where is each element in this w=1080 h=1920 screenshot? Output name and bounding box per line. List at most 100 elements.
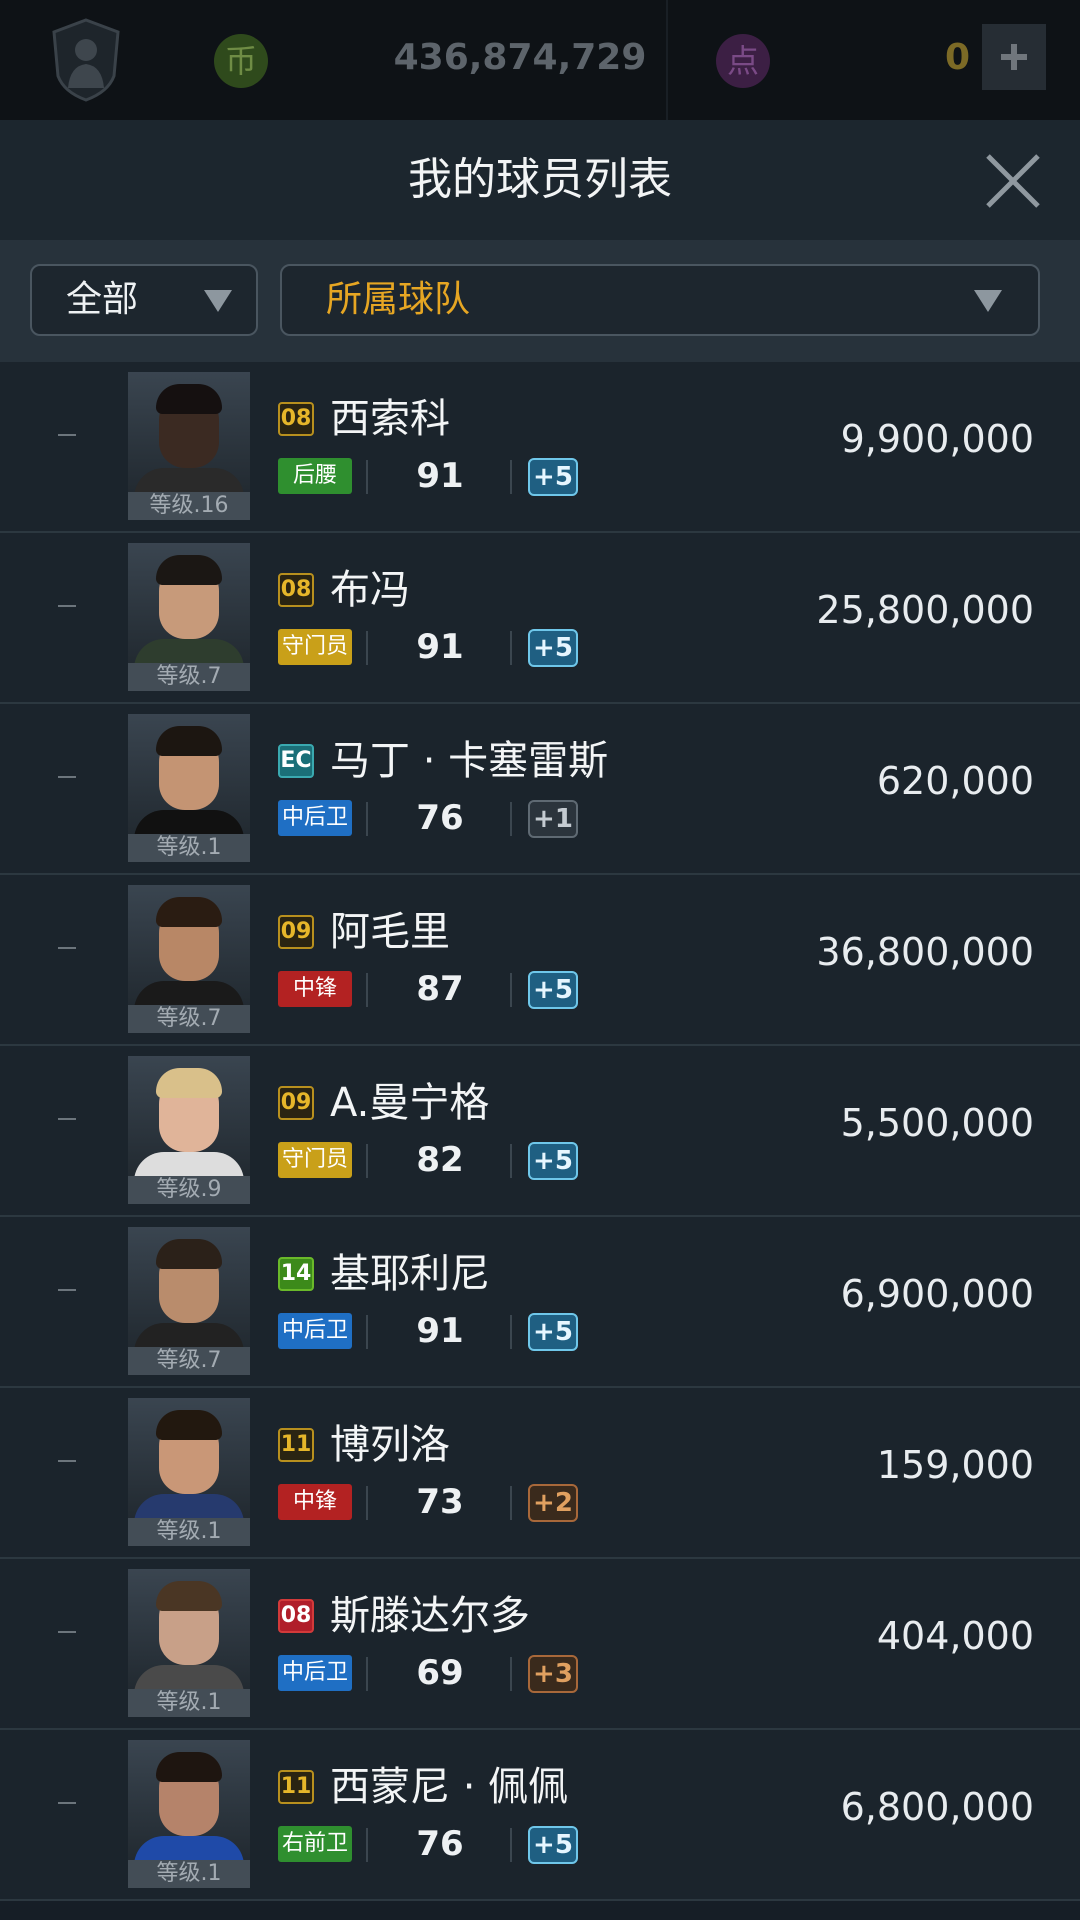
divider xyxy=(366,1315,368,1349)
add-points-button[interactable] xyxy=(982,24,1046,90)
player-row[interactable]: 等级.7 14 基耶利尼 中后卫 91 +5 6,900,000 xyxy=(0,1217,1080,1388)
team-dropdown[interactable]: 所属球队 xyxy=(280,264,1040,336)
season-badge: EC xyxy=(278,744,314,778)
selection-marker[interactable] xyxy=(58,1631,76,1633)
season-badge: 08 xyxy=(278,402,314,436)
season-badge: 11 xyxy=(278,1428,314,1462)
selection-marker[interactable] xyxy=(58,1289,76,1291)
player-price: 5,500,000 xyxy=(840,1101,1034,1145)
player-row[interactable]: 等级.1 11 西蒙尼 · 佩佩 右前卫 76 +5 6,800,000 xyxy=(0,1730,1080,1901)
divider xyxy=(510,1486,512,1520)
season-badge: 09 xyxy=(278,1086,314,1120)
close-icon[interactable] xyxy=(980,148,1046,214)
player-rating: 76 xyxy=(416,798,464,838)
player-level: 等级.9 xyxy=(128,1176,250,1204)
enhance-badge: +5 xyxy=(528,1826,578,1864)
divider xyxy=(510,1828,512,1862)
selection-marker[interactable] xyxy=(58,1802,76,1804)
player-level: 等级.1 xyxy=(128,834,250,862)
player-rating: 91 xyxy=(416,456,464,496)
player-name: 基耶利尼 xyxy=(330,1251,490,1297)
season-badge: 09 xyxy=(278,915,314,949)
player-portrait: 等级.1 xyxy=(128,1398,250,1546)
player-name: 西索科 xyxy=(330,396,450,442)
player-rating: 76 xyxy=(416,1824,464,1864)
enhance-badge: +5 xyxy=(528,971,578,1009)
enhance-badge: +5 xyxy=(528,629,578,667)
season-badge: 08 xyxy=(278,573,314,607)
enhance-badge: +1 xyxy=(528,800,578,838)
player-row[interactable]: 等级.9 09 A.曼宁格 守门员 82 +5 5,500,000 xyxy=(0,1046,1080,1217)
selection-marker[interactable] xyxy=(58,776,76,778)
enhance-badge: +3 xyxy=(528,1655,578,1693)
player-rating: 82 xyxy=(416,1140,464,1180)
player-level: 等级.7 xyxy=(128,1347,250,1375)
enhance-badge: +2 xyxy=(528,1484,578,1522)
selection-marker[interactable] xyxy=(58,947,76,949)
player-name: 博列洛 xyxy=(330,1422,450,1468)
player-portrait: 等级.1 xyxy=(128,714,250,862)
divider xyxy=(366,1486,368,1520)
page-title: 我的球员列表 xyxy=(408,154,672,205)
divider xyxy=(510,460,512,494)
top-status-bar: 币 436,874,729 点 0 xyxy=(0,0,1080,120)
player-portrait: 等级.9 xyxy=(128,1056,250,1204)
player-price: 6,800,000 xyxy=(840,1785,1034,1829)
player-name: 马丁 · 卡塞雷斯 xyxy=(330,738,609,784)
player-price: 6,900,000 xyxy=(840,1272,1034,1316)
player-row[interactable]: 等级.7 08 布冯 守门员 91 +5 25,800,000 xyxy=(0,533,1080,704)
player-rating: 87 xyxy=(416,969,464,1009)
point-icon: 点 xyxy=(716,34,770,88)
player-row[interactable]: 等级.1 08 斯滕达尔多 中后卫 69 +3 404,000 xyxy=(0,1559,1080,1730)
chevron-down-icon xyxy=(974,290,1002,312)
divider xyxy=(366,1657,368,1691)
divider xyxy=(366,973,368,1007)
category-dropdown-value: 全部 xyxy=(66,279,139,320)
player-name: 阿毛里 xyxy=(330,909,450,955)
player-level: 等级.7 xyxy=(128,1005,250,1033)
divider xyxy=(510,1315,512,1349)
player-name: 西蒙尼 · 佩佩 xyxy=(330,1764,569,1810)
divider xyxy=(510,1144,512,1178)
position-badge: 后腰 xyxy=(278,458,352,494)
selection-marker[interactable] xyxy=(58,434,76,436)
player-portrait: 等级.7 xyxy=(128,885,250,1033)
player-name: 斯滕达尔多 xyxy=(330,1593,530,1639)
player-level: 等级.1 xyxy=(128,1689,250,1717)
player-price: 25,800,000 xyxy=(816,588,1034,632)
category-dropdown[interactable]: 全部 xyxy=(30,264,258,336)
player-price: 404,000 xyxy=(876,1614,1034,1658)
enhance-badge: +5 xyxy=(528,458,578,496)
player-row[interactable]: 等级.1 11 博列洛 中锋 73 +2 159,000 xyxy=(0,1388,1080,1559)
player-level: 等级.7 xyxy=(128,663,250,691)
player-row[interactable]: 等级.1 EC 马丁 · 卡塞雷斯 中后卫 76 +1 620,000 xyxy=(0,704,1080,875)
player-level: 等级.1 xyxy=(128,1860,250,1888)
player-row[interactable]: 等级.7 09 阿毛里中锋 87 +5 36,800,000 xyxy=(0,875,1080,1046)
player-row[interactable]: 等级.16 08 西索科 后腰 91 +5 9,900,000 xyxy=(0,362,1080,533)
divider xyxy=(510,631,512,665)
point-balance: 0 xyxy=(944,37,970,78)
selection-marker[interactable] xyxy=(58,1118,76,1120)
divider xyxy=(510,802,512,836)
divider xyxy=(366,1144,368,1178)
selection-marker[interactable] xyxy=(58,605,76,607)
position-badge: 中后卫 xyxy=(278,1655,352,1691)
position-badge: 右前卫 xyxy=(278,1826,352,1862)
player-price: 36,800,000 xyxy=(816,930,1034,974)
manager-avatar-icon[interactable] xyxy=(50,18,122,102)
divider xyxy=(366,631,368,665)
position-badge: 中后卫 xyxy=(278,1313,352,1349)
player-rating: 91 xyxy=(416,627,464,667)
player-price: 620,000 xyxy=(876,759,1034,803)
player-price: 159,000 xyxy=(876,1443,1034,1487)
divider xyxy=(366,460,368,494)
position-badge: 中锋 xyxy=(278,1484,352,1520)
header: 我的球员列表 xyxy=(0,120,1080,240)
position-badge: 中锋 xyxy=(278,971,352,1007)
coin-balance: 436,874,729 xyxy=(393,37,647,78)
selection-marker[interactable] xyxy=(58,1460,76,1462)
filter-bar: 全部 所属球队 xyxy=(0,240,1080,362)
enhance-badge: +5 xyxy=(528,1313,578,1351)
player-level: 等级.1 xyxy=(128,1518,250,1546)
player-portrait: 等级.7 xyxy=(128,1227,250,1375)
